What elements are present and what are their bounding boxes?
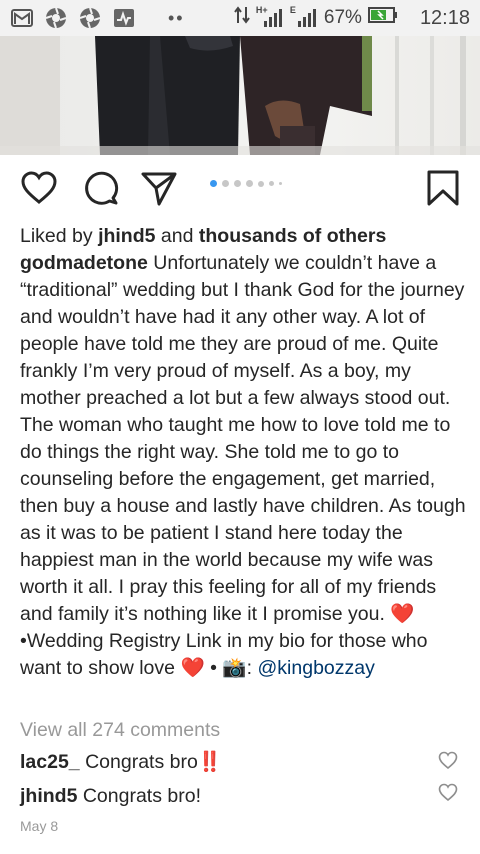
post-caption-block: Liked by jhind5 and thousands of others … <box>20 223 470 682</box>
comment-text: Congrats bro <box>85 751 198 773</box>
caption-body: Unfortunately we couldn’t have a “tradit… <box>20 252 466 625</box>
comment-author-link[interactable]: lac25_ <box>20 751 80 773</box>
gmail-icon <box>10 6 34 30</box>
activity-icon <box>112 6 136 30</box>
signal-icon: H+ <box>256 5 284 29</box>
caption-text: godmadetone Unfortunately we couldn’t ha… <box>20 250 470 682</box>
comment-text: Congrats bro! <box>82 785 201 807</box>
caption-bullet: • <box>210 657 217 679</box>
carousel-dot <box>269 181 274 186</box>
red-heart-emoji: ❤️ <box>180 657 205 679</box>
view-all-comments-link[interactable]: View all 274 comments <box>20 719 220 742</box>
data-transfer-icon <box>234 5 250 31</box>
carousel-dot <box>258 180 264 187</box>
like-heart-icon[interactable] <box>20 169 58 207</box>
carousel-indicator <box>210 180 282 187</box>
likes-others-link[interactable]: thousands of others <box>199 225 386 247</box>
likes-summary: Liked by jhind5 and thousands of others <box>20 223 470 250</box>
post-date: May 8 <box>20 818 59 834</box>
post-author-link[interactable]: godmadetone <box>20 252 148 274</box>
status-bar: •• H+ E 67% 12:18 <box>0 0 480 36</box>
mention-link[interactable]: @kingbozzay <box>258 657 375 679</box>
liked-by-user-link[interactable]: jhind5 <box>98 225 155 247</box>
carousel-dot <box>246 180 253 187</box>
save-bookmark-icon[interactable] <box>424 169 462 207</box>
battery-charging-icon <box>367 6 398 30</box>
comment-author-link[interactable]: jhind5 <box>20 785 77 807</box>
share-send-icon[interactable] <box>140 169 178 207</box>
camera-emoji: 📸 <box>222 657 247 679</box>
likes-prefix: Liked by <box>20 225 93 247</box>
carousel-dot <box>234 180 241 187</box>
carousel-dot <box>210 180 217 187</box>
post-actions <box>0 155 480 223</box>
comment-like-heart-icon[interactable] <box>438 782 458 802</box>
comment-like-heart-icon[interactable] <box>438 750 458 770</box>
post-photo[interactable] <box>0 36 480 155</box>
comment-row: lac25_ Congrats bro‼️ <box>20 750 222 774</box>
likes-and: and <box>160 225 194 247</box>
comment-row: jhind5 Congrats bro! <box>20 785 201 808</box>
aperture-icon <box>78 6 102 30</box>
aperture-icon <box>44 6 68 30</box>
carousel-dot <box>279 182 282 185</box>
battery-percent: 67% <box>323 7 362 28</box>
double-exclamation-emoji: ‼️ <box>197 751 223 773</box>
clock: 12:18 <box>419 6 470 29</box>
signal-icon: E <box>290 5 318 29</box>
carousel-dot <box>222 180 229 187</box>
notification-more-icon: •• <box>168 7 185 28</box>
red-heart-emoji: ❤️ <box>390 603 415 625</box>
comment-icon[interactable] <box>82 169 120 207</box>
caption-colon: : <box>246 657 253 679</box>
